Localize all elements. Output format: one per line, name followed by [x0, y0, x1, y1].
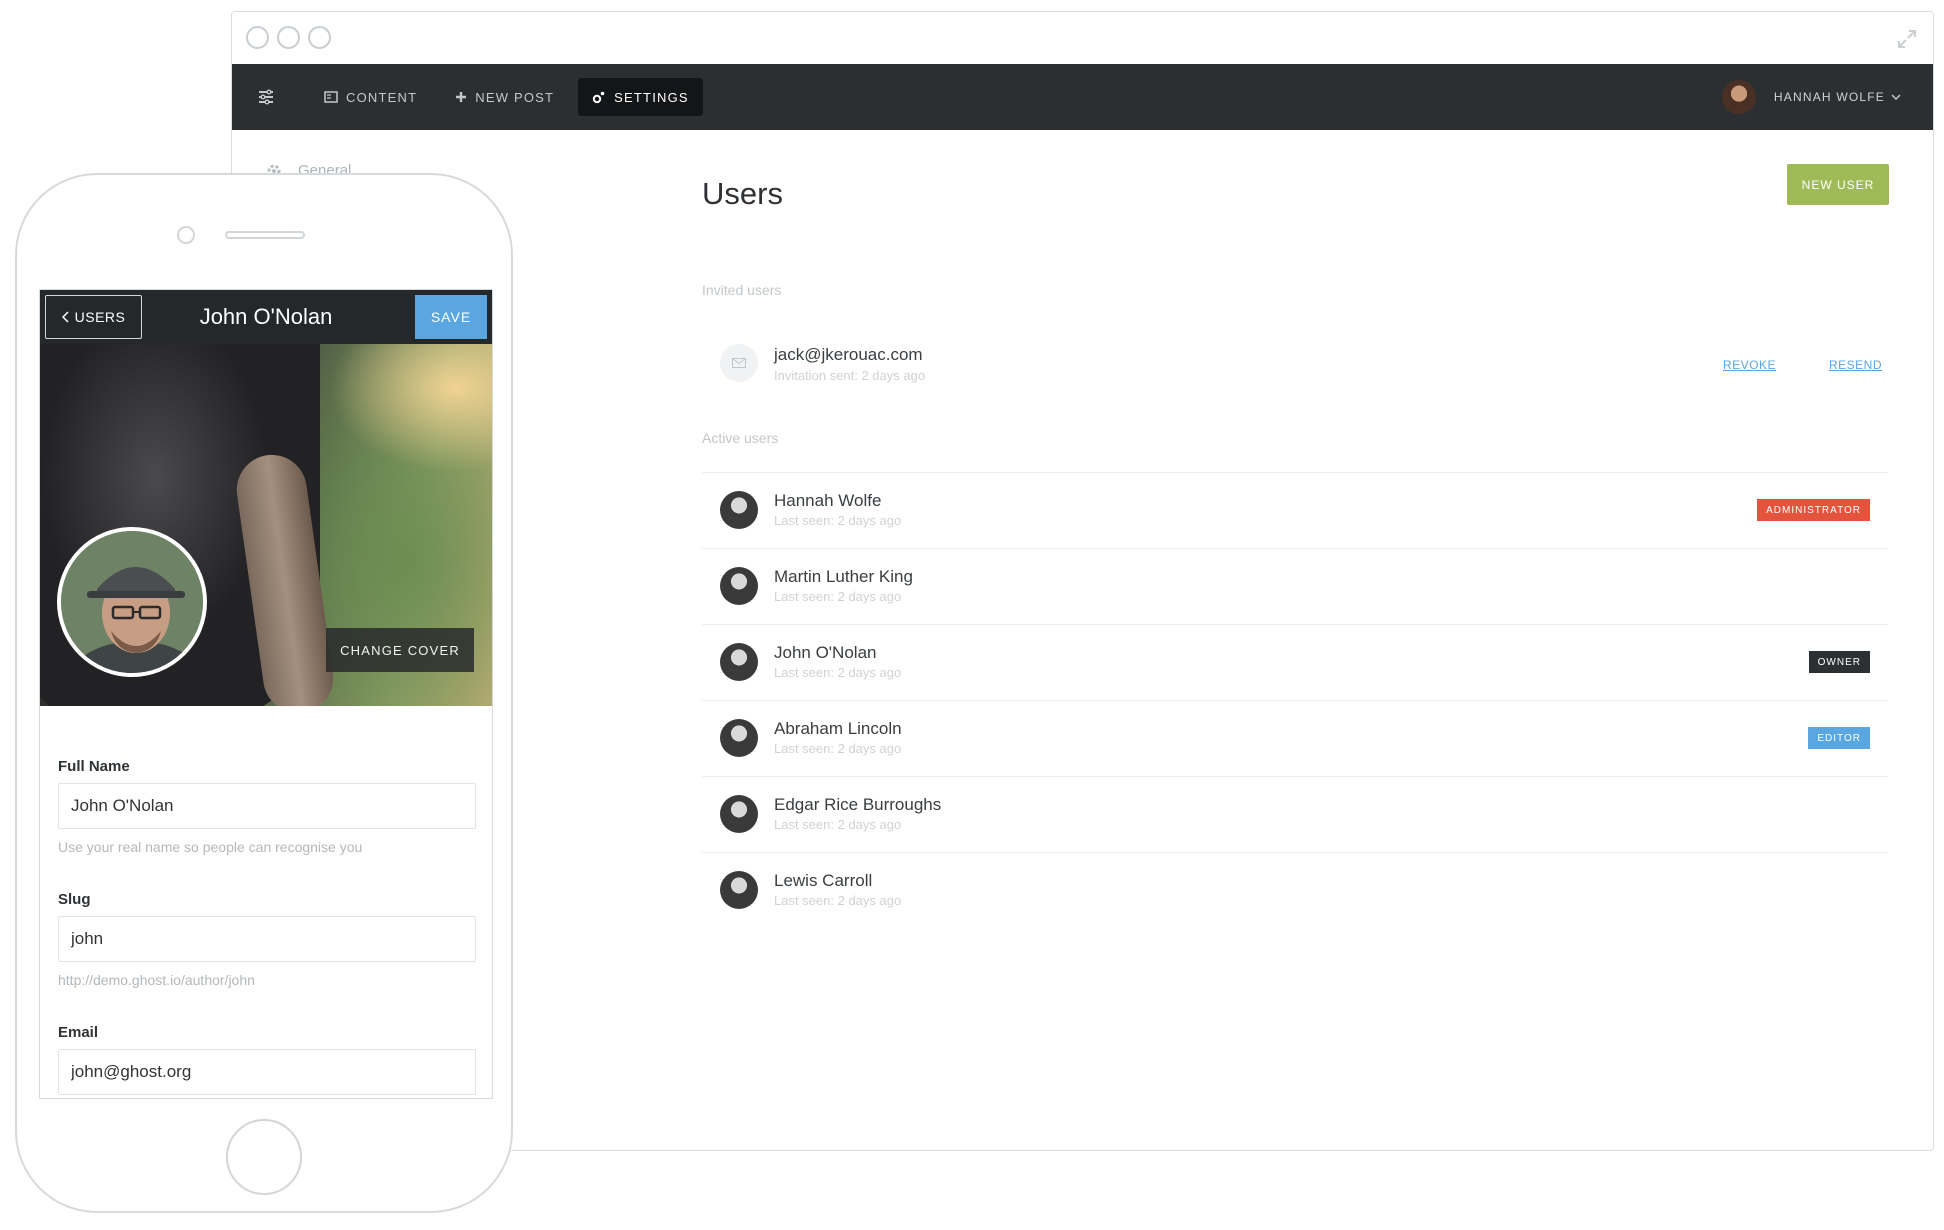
user-name: Martin Luther King: [774, 567, 913, 586]
minimize-window-button[interactable]: [277, 26, 300, 49]
user-name: Edgar Rice Burroughs: [774, 795, 942, 814]
mobile-screen: USERS John O'Nolan SAVE CHANGE COVER Ful…: [39, 289, 493, 1099]
new-user-button[interactable]: NEW USER: [1787, 164, 1889, 205]
user-name: John O'Nolan: [774, 643, 877, 662]
profile-avatar[interactable]: [57, 527, 207, 677]
content-icon: [324, 91, 338, 103]
user-last-seen: Last seen: 2 days ago: [774, 817, 902, 832]
avatar: [720, 795, 758, 833]
table-row[interactable]: Hannah Wolfe Last seen: 2 days ago ADMIN…: [702, 472, 1888, 548]
role-badge: OWNER: [1808, 651, 1870, 673]
user-list: Hannah Wolfe Last seen: 2 days ago ADMIN…: [702, 472, 1888, 928]
chevron-left-icon: [61, 311, 69, 323]
table-row[interactable]: Abraham Lincoln Last seen: 2 days ago ED…: [702, 700, 1888, 776]
mail-icon: [720, 344, 758, 382]
avatar: [720, 491, 758, 529]
avatar: [720, 719, 758, 757]
slug-help: http://demo.ghost.io/author/john: [58, 972, 255, 988]
invited-users-heading: Invited users: [702, 282, 782, 298]
invite-row: jack@jkerouac.com Invitation sent: 2 day…: [702, 332, 1888, 392]
table-row[interactable]: Lewis Carroll Last seen: 2 days ago: [702, 852, 1888, 928]
table-row[interactable]: Martin Luther King Last seen: 2 days ago: [702, 548, 1888, 624]
invite-sent: Invitation sent: 2 days ago: [774, 368, 926, 383]
user-name: HANNAH WOLFE: [1773, 90, 1885, 104]
change-cover-button[interactable]: CHANGE COVER: [326, 628, 474, 672]
back-label: USERS: [74, 309, 126, 325]
profile-form: Full Name Use your real name so people c…: [58, 758, 476, 1095]
nav-new-post-label: NEW POST: [475, 89, 555, 105]
resend-link[interactable]: RESEND: [1829, 358, 1882, 372]
user-name: Hannah Wolfe: [774, 491, 882, 510]
browser-chrome: [232, 12, 1933, 64]
avatar: [720, 643, 758, 681]
user-name: Abraham Lincoln: [774, 719, 902, 738]
camera-icon: [177, 226, 195, 244]
expand-icon[interactable]: [1895, 27, 1919, 51]
avatar: [720, 871, 758, 909]
full-name-help: Use your real name so people can recogni…: [58, 839, 363, 855]
plus-icon: [456, 92, 467, 102]
top-navbar: CONTENT NEW POST SETTINGS HANNAH WOLFE: [232, 64, 1933, 130]
close-window-button[interactable]: [246, 26, 269, 49]
nav-new-post[interactable]: NEW POST: [441, 78, 568, 116]
full-name-label: Full Name: [58, 758, 130, 775]
window-controls: [246, 26, 331, 49]
user-last-seen: Last seen: 2 days ago: [774, 513, 902, 528]
maximize-window-button[interactable]: [308, 26, 331, 49]
home-button[interactable]: [226, 1119, 302, 1195]
user-name: Lewis Carroll: [774, 871, 873, 890]
table-row[interactable]: Edgar Rice Burroughs Last seen: 2 days a…: [702, 776, 1888, 852]
user-last-seen: Last seen: 2 days ago: [774, 665, 902, 680]
email-field[interactable]: [58, 1049, 476, 1095]
gear-icon: [592, 91, 605, 104]
table-row[interactable]: John O'Nolan Last seen: 2 days ago OWNER: [702, 624, 1888, 700]
invite-email: jack@jkerouac.com: [774, 345, 923, 364]
phone-frame: USERS John O'Nolan SAVE CHANGE COVER Ful…: [15, 173, 513, 1213]
save-button[interactable]: SAVE: [415, 295, 487, 339]
chevron-down-icon: [1891, 94, 1901, 101]
nav-content-label: CONTENT: [346, 89, 418, 105]
role-badge: EDITOR: [1808, 727, 1870, 749]
nav-settings[interactable]: SETTINGS: [578, 78, 703, 116]
avatar: [1721, 80, 1756, 114]
page-title: Users: [702, 176, 783, 211]
user-menu[interactable]: HANNAH WOLFE: [1721, 64, 1901, 130]
slug-label: Slug: [58, 891, 91, 908]
mobile-header: USERS John O'Nolan SAVE: [40, 290, 492, 344]
page-title: John O'Nolan: [199, 304, 333, 329]
menu-icon[interactable]: [256, 87, 276, 107]
active-users-heading: Active users: [702, 430, 779, 446]
user-last-seen: Last seen: 2 days ago: [774, 741, 902, 756]
slug-input[interactable]: [58, 916, 476, 962]
nav-content[interactable]: CONTENT: [310, 78, 431, 116]
nav-settings-label: SETTINGS: [614, 89, 689, 105]
revoke-link[interactable]: REVOKE: [1723, 358, 1776, 372]
role-badge: ADMINISTRATOR: [1757, 499, 1870, 521]
avatar: [720, 567, 758, 605]
back-to-users-button[interactable]: USERS: [45, 295, 142, 339]
user-last-seen: Last seen: 2 days ago: [774, 893, 902, 908]
email-label: Email: [58, 1024, 99, 1041]
speaker-icon: [225, 231, 305, 239]
user-last-seen: Last seen: 2 days ago: [774, 589, 902, 604]
full-name-input[interactable]: [58, 783, 476, 829]
